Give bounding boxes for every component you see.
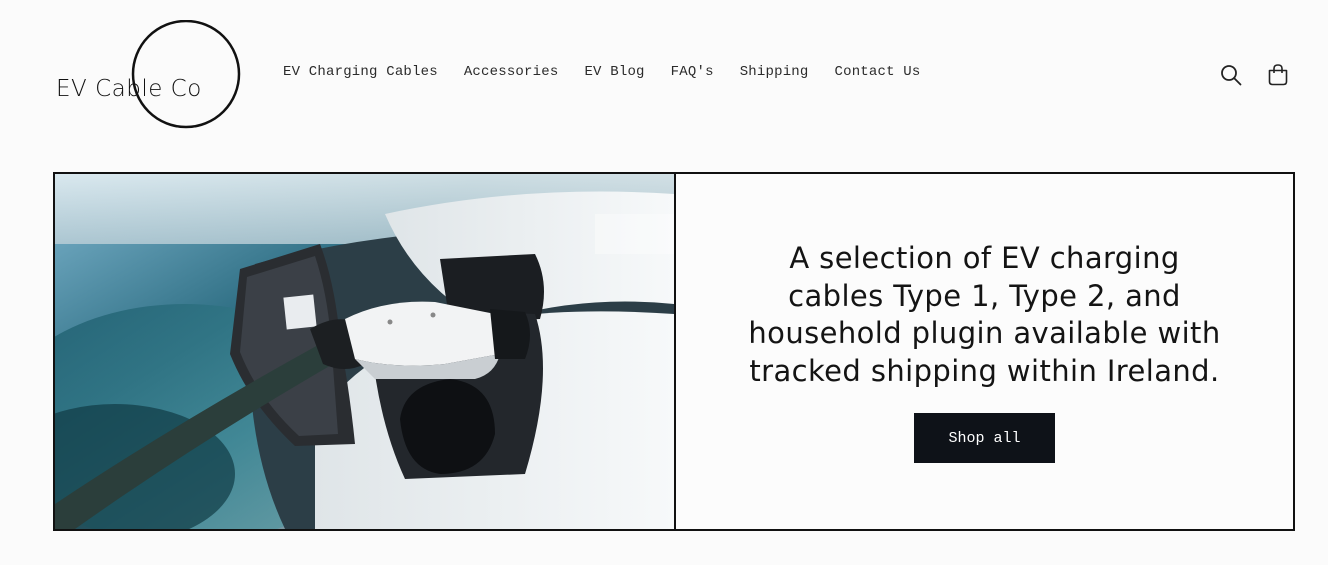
hero-content: A selection of EV charging cables Type 1… xyxy=(676,174,1293,529)
logo-circle xyxy=(131,20,241,129)
ev-charging-plug-photo xyxy=(55,174,674,529)
nav-shipping[interactable]: Shipping xyxy=(740,64,809,80)
nav-ev-charging-cables[interactable]: EV Charging Cables xyxy=(283,64,438,80)
hero-banner: A selection of EV charging cables Type 1… xyxy=(53,172,1295,531)
hero-heading: A selection of EV charging cables Type 1… xyxy=(748,241,1221,388)
nav-faqs[interactable]: FAQ's xyxy=(671,64,714,80)
cart-icon xyxy=(1268,64,1288,86)
logo-text: EV Cable Co xyxy=(56,76,202,102)
hero-image xyxy=(55,174,676,529)
logo-link[interactable]: EV Cable Co xyxy=(54,20,244,130)
search-icon xyxy=(1221,65,1242,86)
shop-all-button[interactable]: Shop all xyxy=(914,413,1055,463)
nav-ev-blog[interactable]: EV Blog xyxy=(584,64,644,80)
search-button[interactable] xyxy=(1216,60,1246,90)
nav-accessories[interactable]: Accessories xyxy=(464,64,559,80)
site-header: EV Cable Co EV Charging Cables Accessori… xyxy=(0,0,1328,150)
main-nav: EV Charging Cables Accessories EV Blog F… xyxy=(283,64,947,80)
nav-contact-us[interactable]: Contact Us xyxy=(835,64,921,80)
cart-button[interactable] xyxy=(1263,60,1293,90)
